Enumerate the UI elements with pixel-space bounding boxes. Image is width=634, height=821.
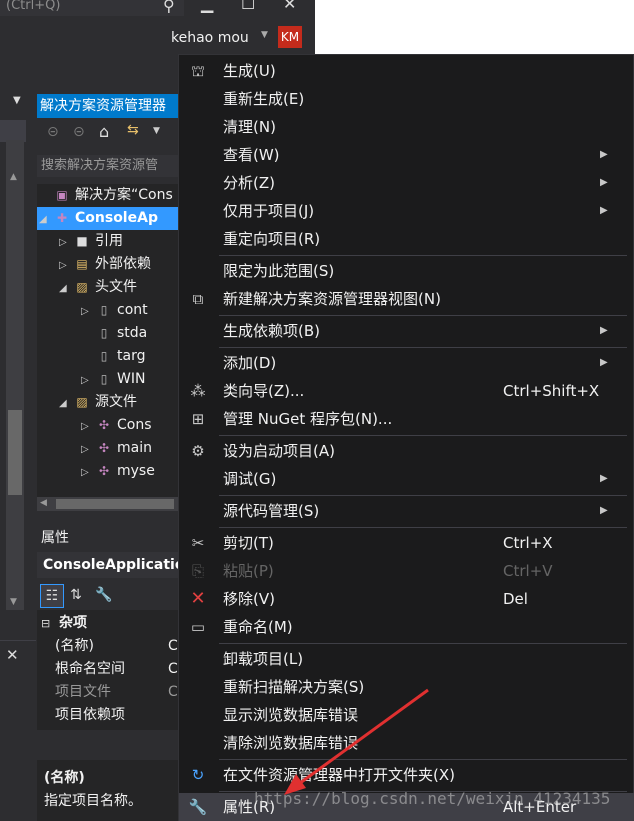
watermark: https://blog.csdn.net/weixin_41234135 [254,789,611,808]
red-arrow-annotation [284,688,429,795]
arrow-shaft [295,688,429,788]
